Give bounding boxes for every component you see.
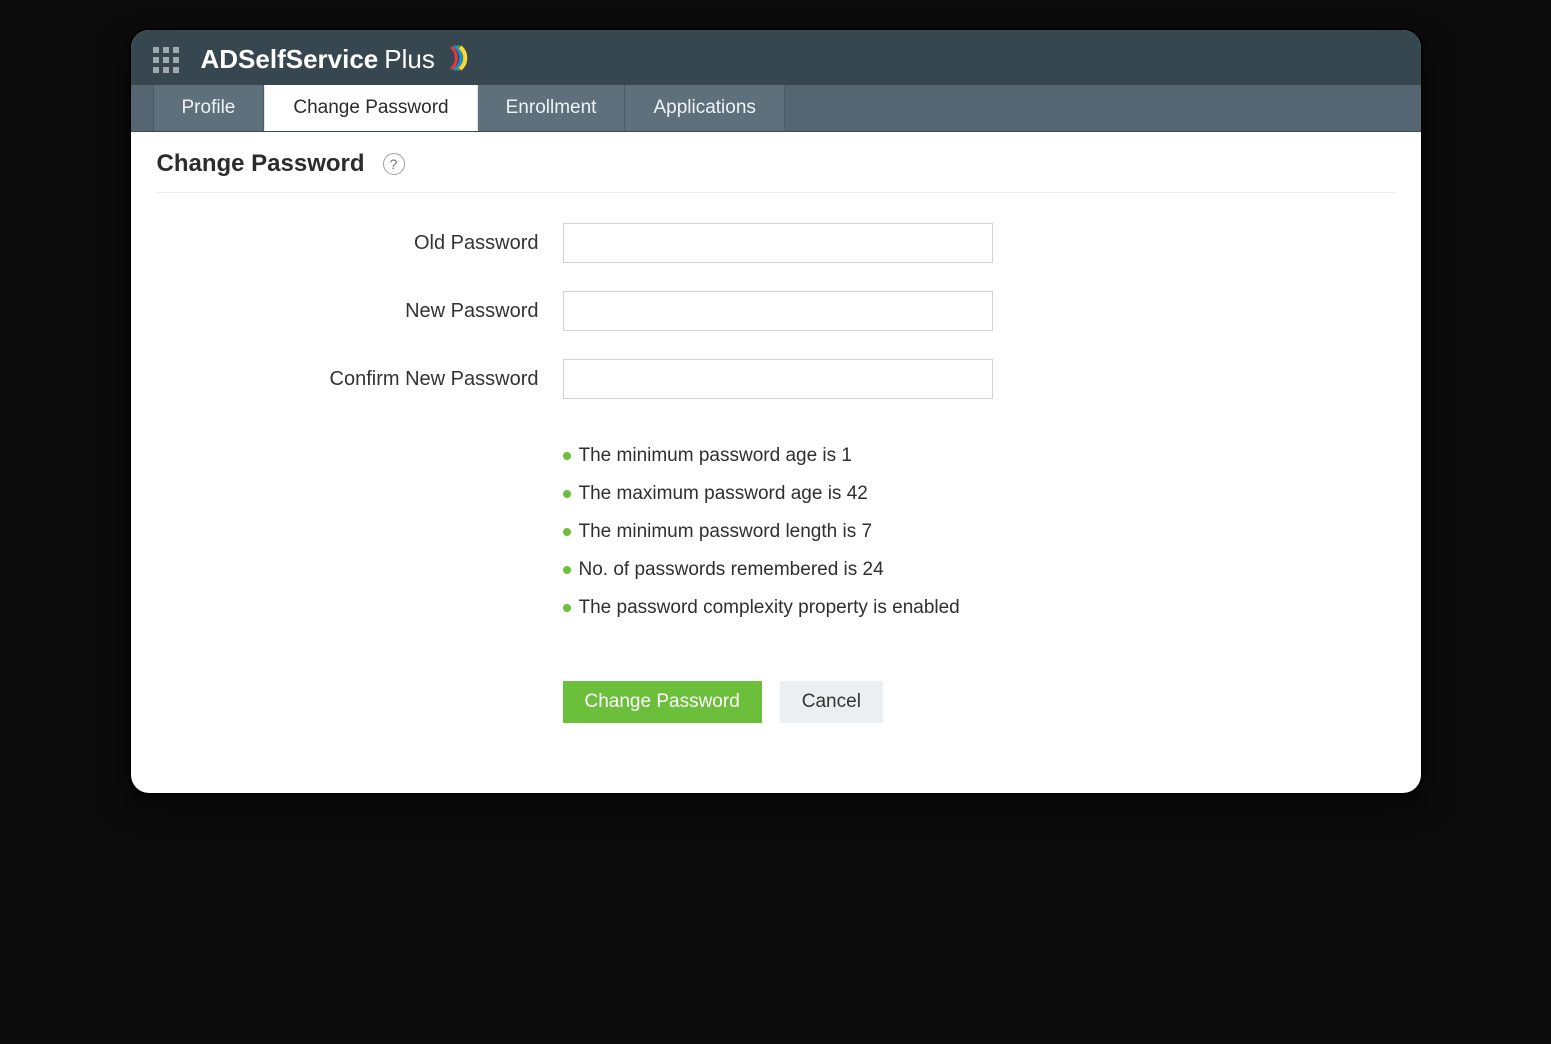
rule-text: No. of passwords remembered is 24 (579, 559, 884, 581)
bullet-icon (563, 490, 571, 498)
page-title: Change Password (157, 150, 365, 178)
password-rule: The password complexity property is enab… (563, 597, 993, 619)
password-rule: The minimum password age is 1 (563, 445, 993, 467)
password-rules: The minimum password age is 1 The maximu… (563, 445, 993, 635)
change-password-button[interactable]: Change Password (563, 681, 762, 723)
brand-name-bold: ADSelfService (201, 44, 379, 75)
rule-text: The minimum password length is 7 (579, 521, 873, 543)
bullet-icon (563, 528, 571, 536)
swoosh-icon (445, 43, 475, 73)
brand-logo: ADSelfService Plus (201, 44, 475, 75)
tab-bar: Profile Change Password Enrollment Appli… (131, 85, 1421, 132)
bullet-icon (563, 452, 571, 460)
rule-text: The password complexity property is enab… (579, 597, 960, 619)
confirm-password-input[interactable] (563, 359, 993, 399)
rule-text: The minimum password age is 1 (579, 445, 853, 467)
tab-applications[interactable]: Applications (625, 85, 784, 131)
content-area: Change Password ? Old Password New Passw… (131, 132, 1421, 793)
bullet-icon (563, 604, 571, 612)
password-rule: The minimum password length is 7 (563, 521, 993, 543)
new-password-label: New Password (167, 300, 547, 323)
password-rule: No. of passwords remembered is 24 (563, 559, 993, 581)
tab-enrollment[interactable]: Enrollment (478, 85, 626, 131)
rule-text: The maximum password age is 42 (579, 483, 868, 505)
form-actions: Change Password Cancel (563, 681, 993, 723)
header-bar: ADSelfService Plus (131, 30, 1421, 85)
apps-grid-icon[interactable] (153, 47, 179, 73)
old-password-label: Old Password (167, 232, 547, 255)
bullet-icon (563, 566, 571, 574)
confirm-password-label: Confirm New Password (167, 368, 547, 391)
tab-change-password[interactable]: Change Password (264, 85, 477, 131)
password-rule: The maximum password age is 42 (563, 483, 993, 505)
page-title-row: Change Password ? (157, 150, 1395, 193)
help-icon[interactable]: ? (383, 153, 405, 175)
change-password-form: Old Password New Password Confirm New Pa… (167, 223, 1395, 723)
brand-name-light: Plus (384, 44, 435, 75)
old-password-input[interactable] (563, 223, 993, 263)
new-password-input[interactable] (563, 291, 993, 331)
cancel-button[interactable]: Cancel (780, 681, 883, 723)
app-window: ADSelfService Plus Profile Change Passwo… (131, 30, 1421, 793)
tab-profile[interactable]: Profile (153, 85, 265, 131)
